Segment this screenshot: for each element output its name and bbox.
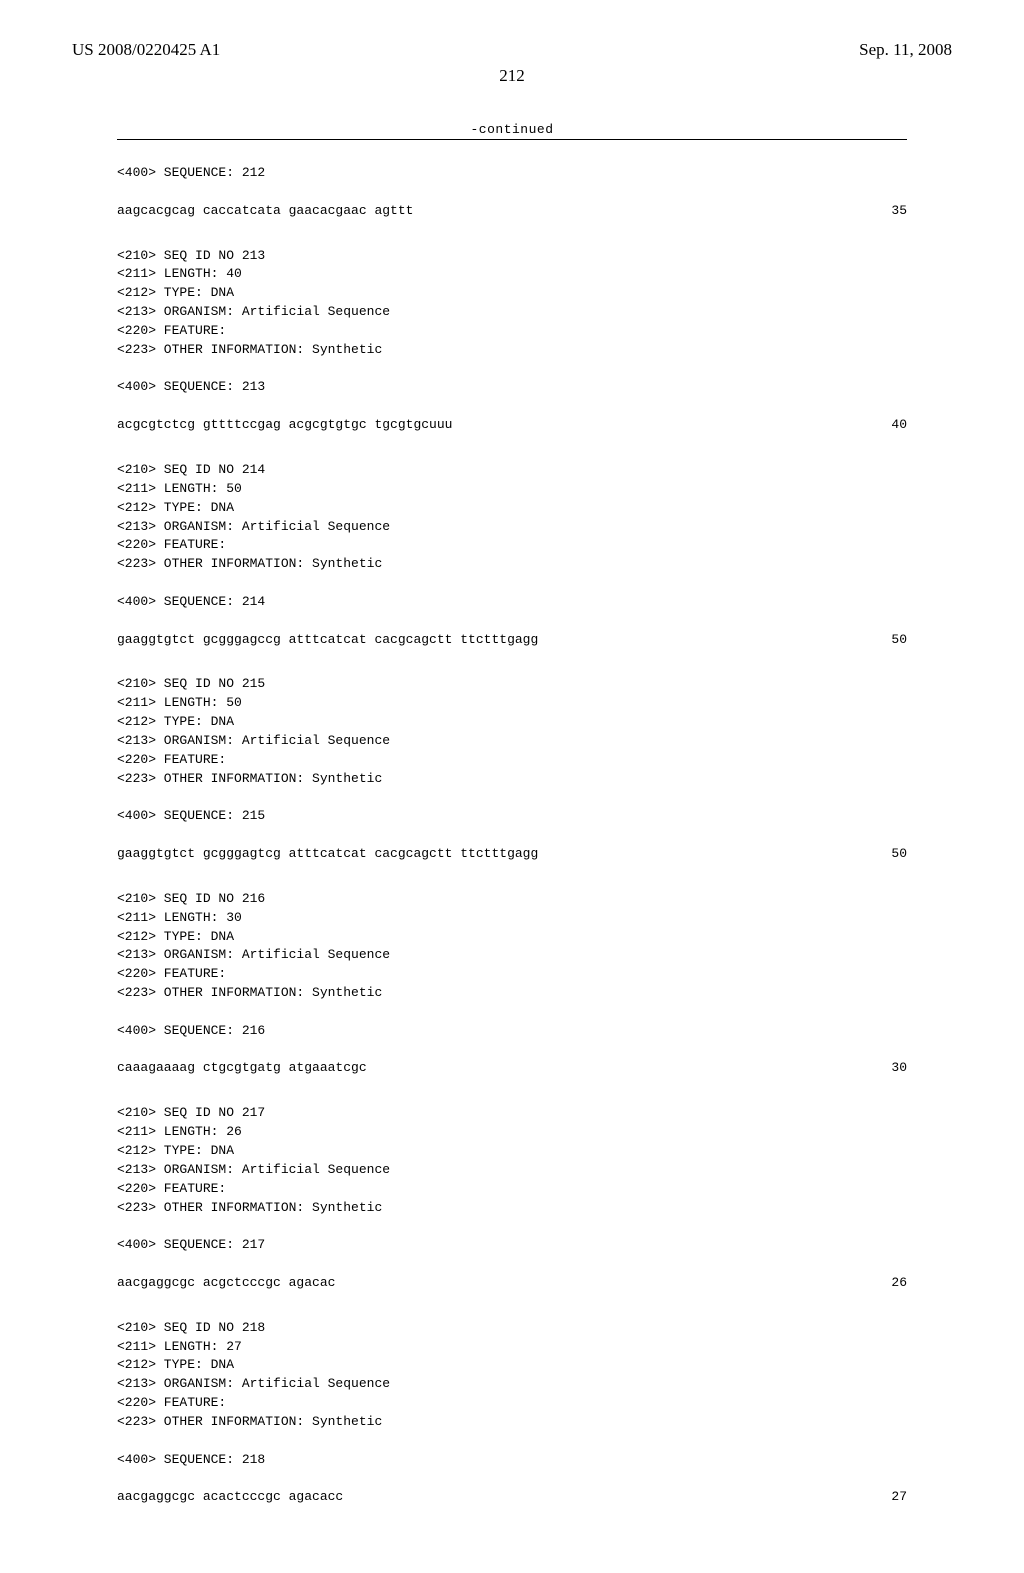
sequence-entry: <210> SEQ ID NO 218<211> LENGTH: 27<212>… <box>117 1319 907 1507</box>
descriptor-line: <210> SEQ ID NO 216 <box>117 890 907 909</box>
descriptor-line: <213> ORGANISM: Artificial Sequence <box>117 303 907 322</box>
descriptor-line: <220> FEATURE: <box>117 751 907 770</box>
descriptor-line: <212> TYPE: DNA <box>117 1356 907 1375</box>
spacer-line <box>117 1469 907 1488</box>
sequence-text: acgcgtctcg gttttccgag acgcgtgtgc tgcgtgc… <box>117 416 851 435</box>
sequence-line: aagcacgcag caccatcata gaacacgaac agttt35 <box>117 202 907 221</box>
descriptor-line: <212> TYPE: DNA <box>117 499 907 518</box>
descriptor-line: <210> SEQ ID NO 214 <box>117 461 907 480</box>
spacer-line <box>117 1255 907 1274</box>
sequence-entry: <210> SEQ ID NO 214<211> LENGTH: 50<212>… <box>117 461 907 649</box>
descriptor-line: <223> OTHER INFORMATION: Synthetic <box>117 1199 907 1218</box>
descriptor-line: <400> SEQUENCE: 214 <box>117 593 907 612</box>
sequence-length: 30 <box>851 1059 907 1078</box>
descriptor-line: <400> SEQUENCE: 213 <box>117 378 907 397</box>
descriptor-line <box>117 1432 907 1451</box>
sequence-text: caaagaaaag ctgcgtgatg atgaaatcgc <box>117 1059 851 1078</box>
sequence-length: 50 <box>851 845 907 864</box>
spacer-line <box>117 183 907 202</box>
sequence-line: acgcgtctcg gttttccgag acgcgtgtgc tgcgtgc… <box>117 416 907 435</box>
descriptor-line: <210> SEQ ID NO 218 <box>117 1319 907 1338</box>
sequence-entry: <210> SEQ ID NO 215<211> LENGTH: 50<212>… <box>117 675 907 863</box>
sequence-entry: <210> SEQ ID NO 216<211> LENGTH: 30<212>… <box>117 890 907 1078</box>
sequence-length: 27 <box>851 1488 907 1507</box>
descriptor-line: <211> LENGTH: 50 <box>117 694 907 713</box>
descriptor-line: <210> SEQ ID NO 215 <box>117 675 907 694</box>
descriptor-line: <213> ORGANISM: Artificial Sequence <box>117 732 907 751</box>
descriptor-line: <213> ORGANISM: Artificial Sequence <box>117 1375 907 1394</box>
descriptor-line <box>117 360 907 379</box>
descriptor-line: <220> FEATURE: <box>117 536 907 555</box>
descriptor-line <box>117 574 907 593</box>
descriptor-line: <211> LENGTH: 26 <box>117 1123 907 1142</box>
sequence-length: 35 <box>851 202 907 221</box>
spacer-line <box>117 826 907 845</box>
descriptor-line: <223> OTHER INFORMATION: Synthetic <box>117 770 907 789</box>
sequence-length: 40 <box>851 416 907 435</box>
descriptor-line <box>117 788 907 807</box>
descriptor-line: <400> SEQUENCE: 212 <box>117 164 907 183</box>
publication-date: Sep. 11, 2008 <box>859 40 952 60</box>
page-number: 212 <box>72 66 952 86</box>
descriptor-line: <212> TYPE: DNA <box>117 284 907 303</box>
descriptor-line: <212> TYPE: DNA <box>117 1142 907 1161</box>
descriptor-line <box>117 1003 907 1022</box>
descriptor-line <box>117 1217 907 1236</box>
sequence-length: 26 <box>851 1274 907 1293</box>
sequence-line: gaaggtgtct gcgggagccg atttcatcat cacgcag… <box>117 631 907 650</box>
sequence-entry: <210> SEQ ID NO 217<211> LENGTH: 26<212>… <box>117 1104 907 1292</box>
descriptor-line: <210> SEQ ID NO 213 <box>117 247 907 266</box>
sequence-entry: <400> SEQUENCE: 212 aagcacgcag caccatcat… <box>117 164 907 221</box>
descriptor-line: <223> OTHER INFORMATION: Synthetic <box>117 555 907 574</box>
page-container: US 2008/0220425 A1 Sep. 11, 2008 212 -co… <box>0 0 1024 1573</box>
header: US 2008/0220425 A1 Sep. 11, 2008 <box>72 40 952 60</box>
sequence-text: aacgaggcgc acactcccgc agacacc <box>117 1488 851 1507</box>
descriptor-line: <212> TYPE: DNA <box>117 713 907 732</box>
sequence-line: caaagaaaag ctgcgtgatg atgaaatcgc30 <box>117 1059 907 1078</box>
descriptor-line: <210> SEQ ID NO 217 <box>117 1104 907 1123</box>
descriptor-line: <220> FEATURE: <box>117 1180 907 1199</box>
publication-number: US 2008/0220425 A1 <box>72 40 220 60</box>
descriptor-line: <220> FEATURE: <box>117 965 907 984</box>
descriptor-line: <220> FEATURE: <box>117 1394 907 1413</box>
descriptor-line: <400> SEQUENCE: 218 <box>117 1451 907 1470</box>
descriptor-line: <213> ORGANISM: Artificial Sequence <box>117 518 907 537</box>
sequence-line: aacgaggcgc acactcccgc agacacc27 <box>117 1488 907 1507</box>
descriptor-line: <212> TYPE: DNA <box>117 928 907 947</box>
sequence-line: gaaggtgtct gcgggagtcg atttcatcat cacgcag… <box>117 845 907 864</box>
descriptor-line: <211> LENGTH: 27 <box>117 1338 907 1357</box>
descriptor-line: <223> OTHER INFORMATION: Synthetic <box>117 984 907 1003</box>
sequence-text: aacgaggcgc acgctcccgc agacac <box>117 1274 851 1293</box>
spacer-line <box>117 1041 907 1060</box>
sequence-text: gaaggtgtct gcgggagccg atttcatcat cacgcag… <box>117 631 851 650</box>
spacer-line <box>117 612 907 631</box>
descriptor-line: <213> ORGANISM: Artificial Sequence <box>117 946 907 965</box>
spacer-line <box>117 397 907 416</box>
descriptor-line: <223> OTHER INFORMATION: Synthetic <box>117 341 907 360</box>
descriptor-line: <400> SEQUENCE: 215 <box>117 807 907 826</box>
sequence-length: 50 <box>851 631 907 650</box>
descriptor-line: <211> LENGTH: 40 <box>117 265 907 284</box>
descriptor-line: <211> LENGTH: 30 <box>117 909 907 928</box>
descriptor-line: <400> SEQUENCE: 216 <box>117 1022 907 1041</box>
top-rule <box>117 139 907 140</box>
sequence-line: aacgaggcgc acgctcccgc agacac26 <box>117 1274 907 1293</box>
descriptor-line: <400> SEQUENCE: 217 <box>117 1236 907 1255</box>
descriptor-line: <223> OTHER INFORMATION: Synthetic <box>117 1413 907 1432</box>
sequence-entry: <210> SEQ ID NO 213<211> LENGTH: 40<212>… <box>117 247 907 435</box>
sequence-text: gaaggtgtct gcgggagtcg atttcatcat cacgcag… <box>117 845 851 864</box>
descriptor-line: <220> FEATURE: <box>117 322 907 341</box>
descriptor-line: <213> ORGANISM: Artificial Sequence <box>117 1161 907 1180</box>
sequence-text: aagcacgcag caccatcata gaacacgaac agttt <box>117 202 851 221</box>
continued-label: -continued <box>72 122 952 137</box>
descriptor-line: <211> LENGTH: 50 <box>117 480 907 499</box>
sequence-listing: <400> SEQUENCE: 212 aagcacgcag caccatcat… <box>117 164 907 1507</box>
